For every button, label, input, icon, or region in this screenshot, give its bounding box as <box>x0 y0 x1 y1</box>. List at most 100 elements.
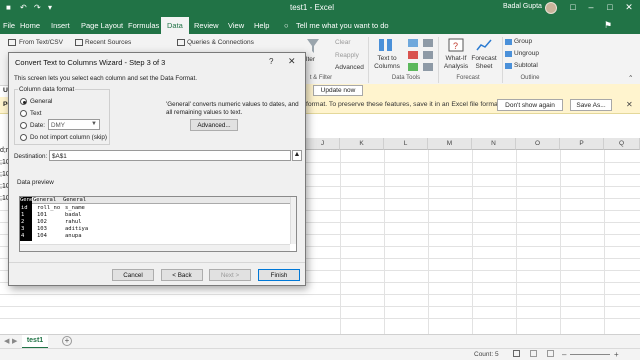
general-radio[interactable] <box>20 98 27 105</box>
tab-data[interactable]: Data <box>161 17 189 34</box>
column-header-m[interactable]: M <box>428 138 472 150</box>
column-header-j[interactable]: J <box>306 138 340 150</box>
minimize-icon[interactable]: – <box>584 2 598 12</box>
preview-cell: 1 <box>21 212 25 218</box>
preview-cell: rahul <box>65 219 82 225</box>
update-now-button[interactable]: Update now <box>313 85 363 96</box>
tab-page-layout[interactable]: Page Layout <box>81 21 123 30</box>
tab-formulas[interactable]: Formulas <box>128 21 159 30</box>
data-preview[interactable]: General General General id 1 2 3 4 roll_… <box>19 196 297 252</box>
preview-header[interactable]: General <box>33 197 56 203</box>
tell-me-search[interactable]: Tell me what you want to do <box>296 21 389 30</box>
ungroup-icon <box>505 51 512 57</box>
preview-vertical-scrollbar[interactable] <box>290 197 296 244</box>
scroll-sheets-right-icon[interactable]: ▶ <box>12 337 17 345</box>
group-button[interactable]: Group <box>514 38 532 45</box>
ribbon-display-options-icon[interactable]: □ <box>566 2 580 12</box>
text-radio-label[interactable]: Text <box>30 110 42 117</box>
close-window-icon[interactable]: ✕ <box>622 2 636 13</box>
page-break-view-icon[interactable] <box>547 350 554 357</box>
page-layout-view-icon[interactable] <box>530 350 537 357</box>
save-as-button[interactable]: Save As... <box>570 99 612 111</box>
chevron-down-icon: ▼ <box>91 121 97 127</box>
skip-column-radio-label[interactable]: Do not import column (skip) <box>30 134 107 141</box>
tab-view[interactable]: View <box>228 21 244 30</box>
collapse-ribbon-icon[interactable]: ⌃ <box>628 74 633 82</box>
column-header-q[interactable]: Q <box>604 138 640 150</box>
help-icon[interactable]: ? <box>269 57 273 66</box>
finish-button[interactable]: Finish <box>258 269 300 281</box>
cancel-button[interactable]: Cancel <box>112 269 154 281</box>
maximize-icon[interactable]: □ <box>603 2 617 12</box>
scroll-sheets-left-icon[interactable]: ◀ <box>4 337 9 345</box>
advanced-filter-button[interactable]: Advanced <box>335 64 364 71</box>
zoom-in-icon[interactable]: + <box>614 350 619 359</box>
column-header-k[interactable]: K <box>340 138 384 150</box>
date-format-select[interactable]: DMY ▼ <box>48 119 100 130</box>
column-header-l[interactable]: L <box>384 138 428 150</box>
avatar[interactable] <box>545 2 557 14</box>
customize-quick-access-icon[interactable]: ▾ <box>48 3 52 12</box>
share-icon[interactable]: ⚑ <box>604 20 612 31</box>
forecast-sheet-button[interactable]: Forecast Sheet <box>470 55 498 71</box>
relationships-icon[interactable] <box>423 51 433 59</box>
undo-icon[interactable]: ↶ <box>20 3 27 12</box>
consolidate-icon[interactable] <box>423 39 433 47</box>
normal-view-icon[interactable] <box>513 350 520 357</box>
general-radio-label[interactable]: General <box>30 98 52 105</box>
data-validation-icon[interactable] <box>408 63 418 71</box>
subtotal-button[interactable]: Subtotal <box>514 62 538 69</box>
preview-cell: badal <box>65 212 82 218</box>
autosave-icon[interactable]: ■ <box>6 3 11 12</box>
status-bar: Count: 5 – + <box>0 348 640 360</box>
dialog-divider <box>9 262 305 263</box>
column-header-n[interactable]: N <box>472 138 516 150</box>
redo-icon[interactable]: ↷ <box>34 3 41 12</box>
filter-button[interactable]: lter <box>306 56 315 63</box>
recent-sources-icon <box>75 39 83 46</box>
from-text-csv-button[interactable]: From Text/CSV <box>19 39 63 46</box>
preview-cell: aditiya <box>65 226 89 232</box>
new-sheet-icon[interactable]: + <box>62 336 72 346</box>
dont-show-again-button[interactable]: Don't show again <box>497 99 563 111</box>
text-radio[interactable] <box>20 110 27 117</box>
tab-help[interactable]: Help <box>254 21 269 30</box>
column-header-p[interactable]: P <box>560 138 604 150</box>
back-button[interactable]: < Back <box>161 269 203 281</box>
filter-icon[interactable] <box>306 38 320 54</box>
lightbulb-icon: ○ <box>284 21 289 30</box>
close-icon[interactable]: ✕ <box>288 56 296 67</box>
text-to-columns-button[interactable]: Text to Columns <box>372 55 402 71</box>
tab-review[interactable]: Review <box>194 21 219 30</box>
user-name[interactable]: Badal Gupta <box>503 3 542 10</box>
advanced-button[interactable]: Advanced... <box>190 119 238 131</box>
recent-sources-button[interactable]: Recent Sources <box>85 39 131 46</box>
preview-cell: 104 <box>37 233 47 239</box>
reapply-button[interactable]: Reapply <box>335 52 359 59</box>
close-info-bar-icon[interactable]: ✕ <box>626 100 633 109</box>
tab-file[interactable]: File <box>3 21 15 30</box>
destination-input[interactable]: $A$1 <box>49 150 291 161</box>
preview-header[interactable]: General <box>63 197 86 203</box>
preview-horizontal-scrollbar[interactable] <box>20 244 290 251</box>
collapse-dialog-icon[interactable]: ▲ <box>292 150 302 161</box>
zoom-slider[interactable] <box>570 354 610 355</box>
date-radio-label[interactable]: Date: <box>30 122 45 129</box>
clear-button[interactable]: Clear <box>335 39 351 46</box>
date-radio[interactable] <box>20 122 27 129</box>
dialog-intro: This screen lets you select each column … <box>14 75 198 82</box>
zoom-out-icon[interactable]: – <box>562 350 566 359</box>
ungroup-button[interactable]: Ungroup <box>514 50 539 57</box>
tab-insert[interactable]: Insert <box>51 21 70 30</box>
sheet-tab-test1[interactable]: test1 <box>22 335 48 349</box>
next-button[interactable]: Next > <box>209 269 251 281</box>
flash-fill-icon[interactable] <box>408 39 418 47</box>
data-model-icon[interactable] <box>423 63 433 71</box>
queries-connections-button[interactable]: Queries & Connections <box>187 39 254 46</box>
skip-column-radio[interactable] <box>20 134 27 141</box>
remove-duplicates-icon[interactable] <box>408 51 418 59</box>
column-header-o[interactable]: O <box>516 138 560 150</box>
tab-home[interactable]: Home <box>20 21 40 30</box>
group-icon <box>505 39 512 45</box>
what-if-analysis-button[interactable]: What-If Analysis <box>441 55 471 71</box>
